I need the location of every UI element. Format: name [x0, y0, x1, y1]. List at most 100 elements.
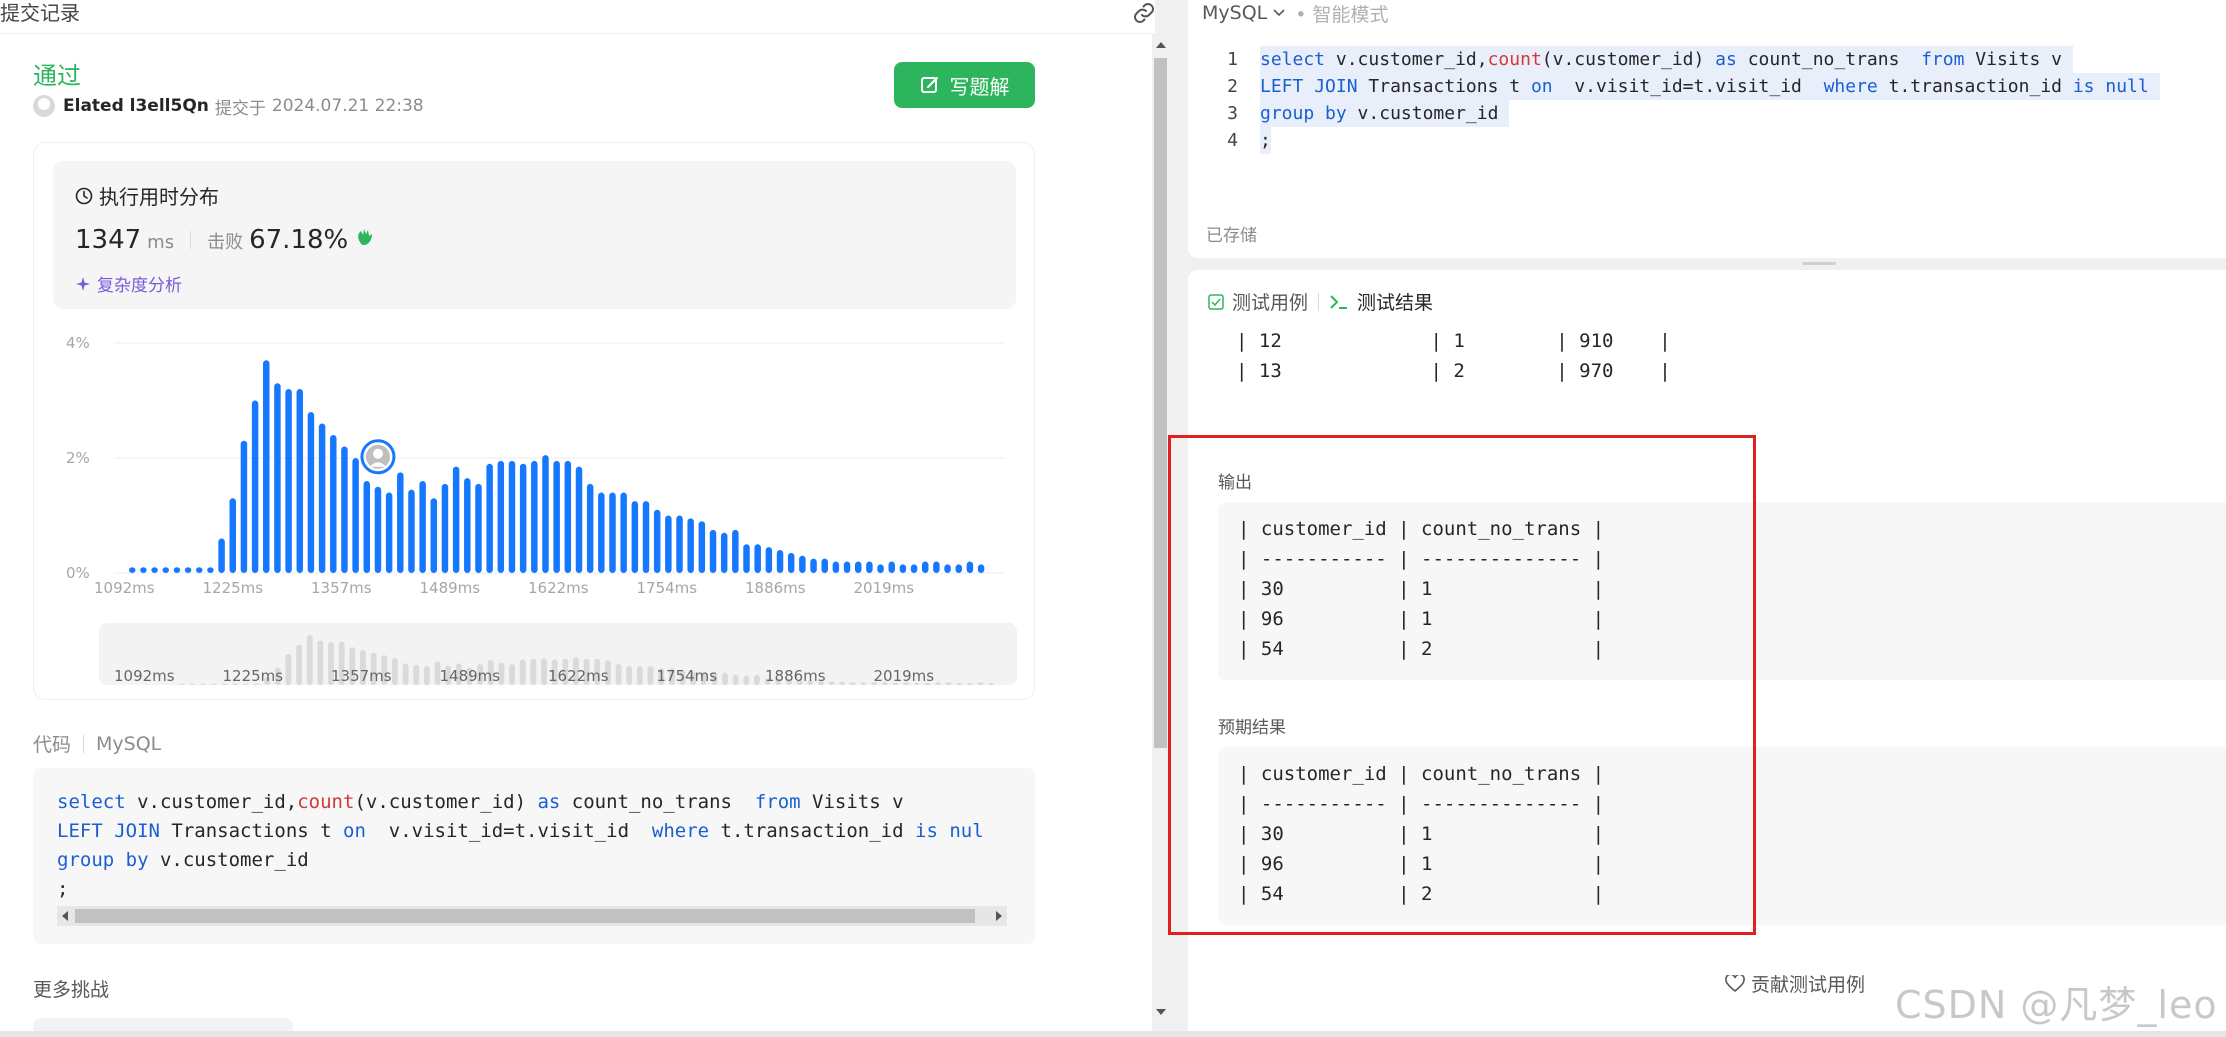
chart-bar[interactable]	[330, 435, 337, 573]
chart-bar[interactable]	[787, 552, 795, 573]
chart-bar[interactable]	[765, 547, 773, 573]
smart-mode-toggle[interactable]: • 智能模式	[1295, 0, 1388, 27]
chart-bar[interactable]	[586, 483, 594, 573]
left-vertical-scrollbar[interactable]	[1152, 34, 1169, 1037]
chart-bar[interactable]	[385, 492, 393, 574]
contribute-testcase-button[interactable]: 贡献测试用例	[1725, 970, 1865, 997]
chart-bar[interactable]	[966, 561, 974, 574]
chart-bar[interactable]	[709, 529, 717, 573]
code-line[interactable]: select v.customer_id,count(v.customer_id…	[1260, 46, 2073, 73]
chart-bar[interactable]	[642, 501, 650, 573]
chart-bar[interactable]	[419, 481, 426, 573]
chart-bar[interactable]	[799, 555, 806, 573]
chart-bar[interactable]	[307, 412, 315, 573]
chart-bar[interactable]	[274, 383, 281, 573]
chart-bar[interactable]	[921, 561, 929, 574]
chart-bar[interactable]	[263, 360, 270, 573]
code-line[interactable]: group by v.customer_id	[1260, 100, 1510, 127]
chart-bar[interactable]	[452, 466, 460, 573]
chart-bar[interactable]	[173, 567, 181, 573]
chart-bar[interactable]	[687, 518, 694, 573]
chart-bar[interactable]	[430, 498, 438, 573]
chart-bar[interactable]	[698, 521, 706, 573]
chart-bar[interactable]	[631, 501, 639, 573]
language-select[interactable]: MySQL	[1202, 2, 1285, 24]
chart-bar[interactable]	[162, 567, 169, 573]
chart-bar[interactable]	[899, 564, 907, 573]
editor-source[interactable]: select v.customer_id,count(v.customer_id…	[1260, 46, 2160, 154]
chart-bar[interactable]	[877, 564, 884, 573]
tab-testcase[interactable]: 测试用例	[1208, 288, 1308, 315]
chart-bar[interactable]	[129, 567, 136, 573]
chart-bar[interactable]	[620, 492, 627, 574]
chart-bar[interactable]	[564, 460, 572, 573]
chart-bar[interactable]	[843, 561, 851, 574]
chart-bar[interactable]	[508, 460, 516, 573]
complexity-analysis-link[interactable]: 复杂度分析	[75, 271, 182, 296]
chart-bar[interactable]	[397, 472, 404, 573]
scroll-right-icon[interactable]	[996, 911, 1002, 921]
scroll-down-icon[interactable]	[1156, 1009, 1166, 1015]
chart-bar[interactable]	[720, 532, 728, 573]
chart-bar[interactable]	[374, 486, 382, 573]
chart-bar[interactable]	[229, 498, 236, 573]
chart-bar[interactable]	[151, 567, 158, 573]
chart-bar[interactable]	[140, 567, 147, 573]
chart-bar[interactable]	[653, 509, 661, 573]
chart-bar[interactable]	[497, 460, 505, 573]
chart-bar[interactable]	[207, 567, 214, 573]
chart-bar[interactable]	[754, 544, 761, 573]
chart-bar[interactable]	[732, 529, 739, 573]
chart-bar[interactable]	[933, 561, 940, 574]
chart-bar[interactable]	[676, 515, 683, 574]
chart-bar[interactable]	[475, 483, 482, 573]
chart-bar[interactable]	[854, 561, 862, 574]
scroll-thumb[interactable]	[1154, 58, 1167, 748]
chart-bar[interactable]	[776, 550, 784, 573]
write-solution-button[interactable]: 写题解	[894, 62, 1035, 108]
chart-bar[interactable]	[531, 460, 538, 573]
chart-bar[interactable]	[977, 564, 985, 573]
chart-bar[interactable]	[196, 567, 203, 573]
chart-minimap[interactable]: 1092ms 1225ms 1357ms 1489ms 1622ms 1754ms 1886…	[99, 623, 1017, 685]
runtime-distribution-chart[interactable]: 0% 2% 4% 1092ms 1225ms 1357ms 1489ms 1622ms 1754…	[34, 323, 1036, 593]
chart-bar[interactable]	[609, 492, 616, 574]
chart-bar[interactable]	[218, 538, 225, 574]
chart-bar[interactable]	[352, 458, 359, 573]
chart-bar[interactable]	[318, 423, 326, 574]
chart-bar[interactable]	[441, 483, 449, 573]
link-icon[interactable]	[1132, 1, 1155, 25]
chart-bar[interactable]	[251, 400, 259, 574]
chart-bar[interactable]	[341, 446, 348, 574]
chart-bar[interactable]	[464, 478, 471, 573]
panel-resize-handle[interactable]	[1802, 262, 1836, 265]
submitter-name[interactable]: Elated l3ell5Qn	[63, 96, 209, 116]
chart-bar[interactable]	[810, 558, 817, 573]
code-line[interactable]: ;	[1260, 127, 1271, 154]
scroll-up-icon[interactable]	[1156, 42, 1166, 48]
chart-range-selector[interactable]: 1092ms 1225ms 1357ms 1489ms 1622ms 1754ms 1886…	[99, 623, 1017, 685]
chart-bar[interactable]	[553, 460, 560, 573]
chart-bar[interactable]	[866, 561, 873, 574]
chart-bar[interactable]	[184, 567, 192, 573]
chart-bar[interactable]	[832, 561, 840, 574]
chart-bar[interactable]	[955, 564, 962, 573]
chart-bar[interactable]	[519, 463, 527, 573]
chart-bar[interactable]	[910, 564, 918, 573]
my-submission-marker[interactable]	[360, 439, 396, 475]
scroll-left-icon[interactable]	[62, 911, 68, 921]
chart-bar[interactable]	[296, 389, 304, 573]
chart-bar[interactable]	[363, 481, 371, 573]
chart-bar[interactable]	[542, 455, 549, 573]
chart-bar[interactable]	[575, 466, 583, 573]
code-horizontal-scrollbar[interactable]	[57, 906, 1007, 926]
avatar[interactable]	[33, 95, 55, 117]
chart-bar[interactable]	[240, 440, 248, 573]
chart-bar[interactable]	[285, 389, 292, 573]
chart-bar[interactable]	[486, 463, 493, 573]
code-line[interactable]: LEFT JOIN Transactions t on v.visit_id=t…	[1260, 73, 2160, 100]
submitted-code[interactable]: select v.customer_id,count(v.customer_id…	[33, 768, 1035, 944]
tab-test-result[interactable]: 测试结果	[1329, 288, 1433, 315]
chart-bar[interactable]	[944, 564, 951, 573]
code-editor[interactable]: MySQL • 智能模式 1 2 3 4 select v.customer_id,c…	[1188, 0, 2226, 258]
